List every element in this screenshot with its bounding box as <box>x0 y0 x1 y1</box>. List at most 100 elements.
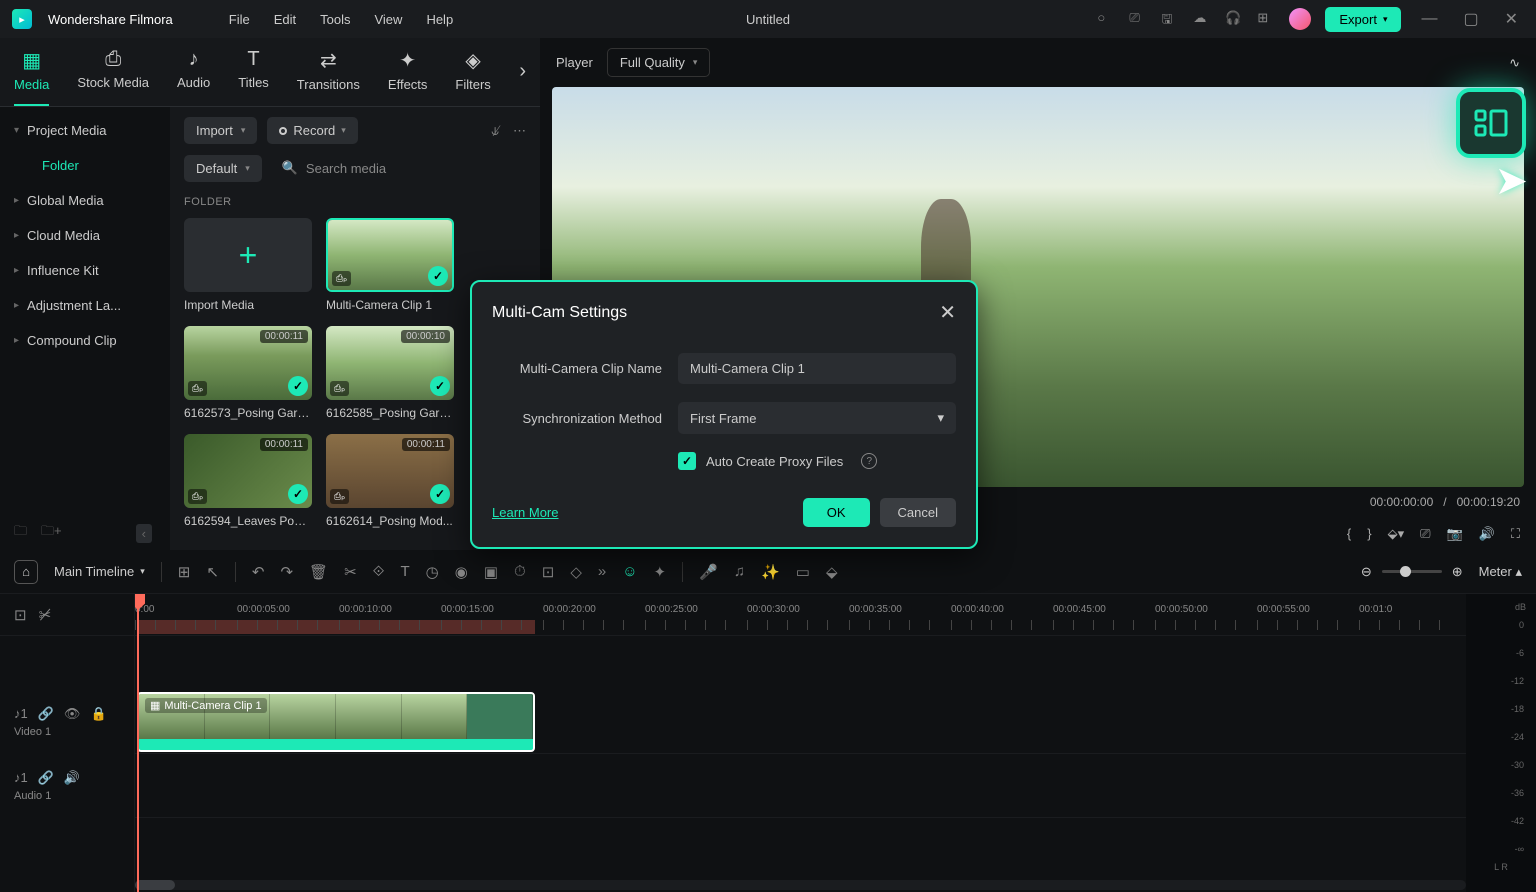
sidebar-influence-kit[interactable]: ▸Influence Kit <box>0 253 170 288</box>
audio-track[interactable] <box>135 754 1466 818</box>
new-bin-icon[interactable]: 🗀+ <box>41 522 62 544</box>
timeline-scrollbar[interactable] <box>135 880 1466 890</box>
tab-titles[interactable]: TTitles <box>238 48 269 106</box>
learn-more-link[interactable]: Learn More <box>492 505 558 520</box>
grid-icon[interactable]: ⊞ <box>178 563 191 581</box>
speed-icon[interactable]: ◷ <box>426 563 439 581</box>
menu-help[interactable]: Help <box>426 12 453 27</box>
tabs-more-button[interactable]: › <box>519 60 526 95</box>
timeline-select[interactable]: Main Timeline▾ <box>54 564 145 579</box>
sidebar-adjustment-layer[interactable]: ▸Adjustment La... <box>0 288 170 323</box>
track-icon[interactable]: ⊡ <box>542 563 555 581</box>
search-input[interactable]: 🔍Search media <box>272 154 526 182</box>
tab-effects[interactable]: ✦Effects <box>388 48 428 106</box>
zoom-slider[interactable] <box>1382 570 1442 573</box>
zoom-in-icon[interactable]: ⊕ <box>1452 564 1463 580</box>
meter-toggle[interactable]: Meter ▴ <box>1479 564 1522 580</box>
user-avatar[interactable] <box>1289 8 1311 30</box>
music-icon[interactable]: ♫ <box>734 563 745 580</box>
sidebar-compound-clip[interactable]: ▸Compound Clip <box>0 323 170 358</box>
fullscreen-icon[interactable]: ⛶ <box>1511 526 1520 542</box>
sync-method-select[interactable]: First Frame▾ <box>678 402 956 434</box>
playhead[interactable] <box>137 594 139 892</box>
menu-tools[interactable]: Tools <box>320 12 350 27</box>
tab-transitions[interactable]: ⇄Transitions <box>297 48 360 106</box>
media-tile[interactable]: ⎙ₚ✓Multi-Camera Clip 1 <box>326 218 454 312</box>
media-tile[interactable]: 00:00:11⎙ₚ✓6162614_Posing Mod... <box>326 434 454 528</box>
proxy-checkbox[interactable]: ✓ <box>678 452 696 470</box>
menu-file[interactable]: File <box>229 12 250 27</box>
tab-stock-media[interactable]: ⎙Stock Media <box>77 48 149 106</box>
sidebar-cloud-media[interactable]: ▸Cloud Media <box>0 218 170 253</box>
frame-icon[interactable]: ▭ <box>796 563 810 581</box>
media-tile[interactable]: 00:00:11⎙ₚ✓6162594_Leaves Posin... <box>184 434 312 528</box>
minimize-button[interactable]: — <box>1415 10 1443 28</box>
display-icon[interactable]: ⎚ <box>1420 526 1430 542</box>
tl-opt1-icon[interactable]: ⊡ <box>14 606 27 624</box>
media-tile[interactable]: 00:00:11⎙ₚ✓6162573_Posing Gard... <box>184 326 312 420</box>
redo-icon[interactable]: ↷ <box>280 563 293 581</box>
sidebar-folder[interactable]: Folder <box>0 148 170 183</box>
modal-close-button[interactable]: ✕ <box>939 300 956 325</box>
import-media-tile[interactable]: +Import Media <box>184 218 312 312</box>
cloud-icon[interactable]: ☁ <box>1193 10 1211 28</box>
tab-media[interactable]: ▦Media <box>14 48 49 106</box>
save-icon[interactable]: 🖫 <box>1161 10 1179 28</box>
more-icon[interactable]: ⋯ <box>513 123 526 139</box>
sidebar-project-media[interactable]: ▾Project Media <box>0 113 170 148</box>
mic-icon[interactable]: 🎤 <box>699 563 718 581</box>
mask-icon[interactable]: ▣ <box>484 563 498 581</box>
export-button[interactable]: Export▾ <box>1325 7 1401 32</box>
delete-icon[interactable]: 🗑 <box>309 563 328 581</box>
eye-icon[interactable]: 👁 <box>64 706 81 722</box>
cancel-button[interactable]: Cancel <box>880 498 956 527</box>
screen-icon[interactable]: ⎚ <box>1129 10 1147 28</box>
info-icon[interactable]: ? <box>861 453 877 469</box>
crop-icon[interactable]: ⟐ <box>373 563 385 580</box>
zoom-out-icon[interactable]: ⊖ <box>1361 564 1372 580</box>
tab-audio[interactable]: ♪Audio <box>177 48 210 106</box>
video-track[interactable]: ▦Multi-Camera Clip 1 <box>135 690 1466 754</box>
sort-dropdown[interactable]: Default▾ <box>184 155 262 182</box>
quality-dropdown[interactable]: Full Quality▾ <box>607 48 711 77</box>
volume-icon[interactable]: 🔊 <box>1479 526 1495 542</box>
import-dropdown[interactable]: Import▾ <box>184 117 257 144</box>
filter-icon[interactable]: ⫝̸ <box>491 123 499 139</box>
ai-icon[interactable]: ☺ <box>622 563 637 580</box>
timeline-ruler[interactable]: 0:0000:00:05:0000:00:10:0000:00:15:0000:… <box>135 594 1466 636</box>
sparkle-icon[interactable]: ✨ <box>761 563 780 581</box>
text-icon[interactable]: T <box>401 563 410 580</box>
more-tools-icon[interactable]: » <box>598 563 606 580</box>
multicam-view-button[interactable] <box>1456 88 1526 158</box>
color-icon[interactable]: ◉ <box>455 563 468 581</box>
sidebar-global-media[interactable]: ▸Global Media <box>0 183 170 218</box>
record-dropdown[interactable]: Record▾ <box>267 117 357 144</box>
video-track-header[interactable]: ♪1🔗👁🔒 Video 1 <box>0 690 134 754</box>
menu-edit[interactable]: Edit <box>274 12 296 27</box>
audio-track-header[interactable]: ♪1🔗🔊 Audio 1 <box>0 754 134 818</box>
tl-opt2-icon[interactable]: ✂̸ <box>39 606 52 624</box>
lock-icon[interactable]: 🔒 <box>90 706 106 722</box>
ok-button[interactable]: OK <box>803 498 870 527</box>
record-status-icon[interactable]: ○ <box>1097 10 1115 28</box>
speed2-icon[interactable]: ⏱ <box>514 563 526 580</box>
media-tile[interactable]: 00:00:10⎙ₚ✓6162585_Posing Gard... <box>326 326 454 420</box>
apps-icon[interactable]: ⊞ <box>1257 10 1275 28</box>
zoom-control[interactable]: ⊖ ⊕ <box>1361 564 1463 580</box>
clip-name-input[interactable]: Multi-Camera Clip 1 <box>678 353 956 384</box>
cut-icon[interactable]: ✂ <box>344 563 357 581</box>
undo-icon[interactable]: ↶ <box>252 563 265 581</box>
bracket-close-icon[interactable]: } <box>1367 526 1371 542</box>
waveform-icon[interactable]: ∿ <box>1509 55 1520 71</box>
link-icon[interactable]: 🔗 <box>38 706 54 722</box>
timeline-clip[interactable]: ▦Multi-Camera Clip 1 <box>137 692 535 752</box>
link2-icon[interactable]: 🔗 <box>38 770 54 786</box>
snapshot-icon[interactable]: 📷 <box>1447 526 1463 542</box>
bracket-open-icon[interactable]: { <box>1347 526 1351 542</box>
menu-view[interactable]: View <box>374 12 402 27</box>
collapse-sidebar-icon[interactable]: ‹ <box>136 524 152 543</box>
marker-icon[interactable]: ⬙▾ <box>1388 526 1405 542</box>
marker2-icon[interactable]: ⬙ <box>826 563 838 581</box>
keyframe-icon[interactable]: ◇ <box>570 563 582 581</box>
close-button[interactable]: ✕ <box>1499 9 1524 29</box>
